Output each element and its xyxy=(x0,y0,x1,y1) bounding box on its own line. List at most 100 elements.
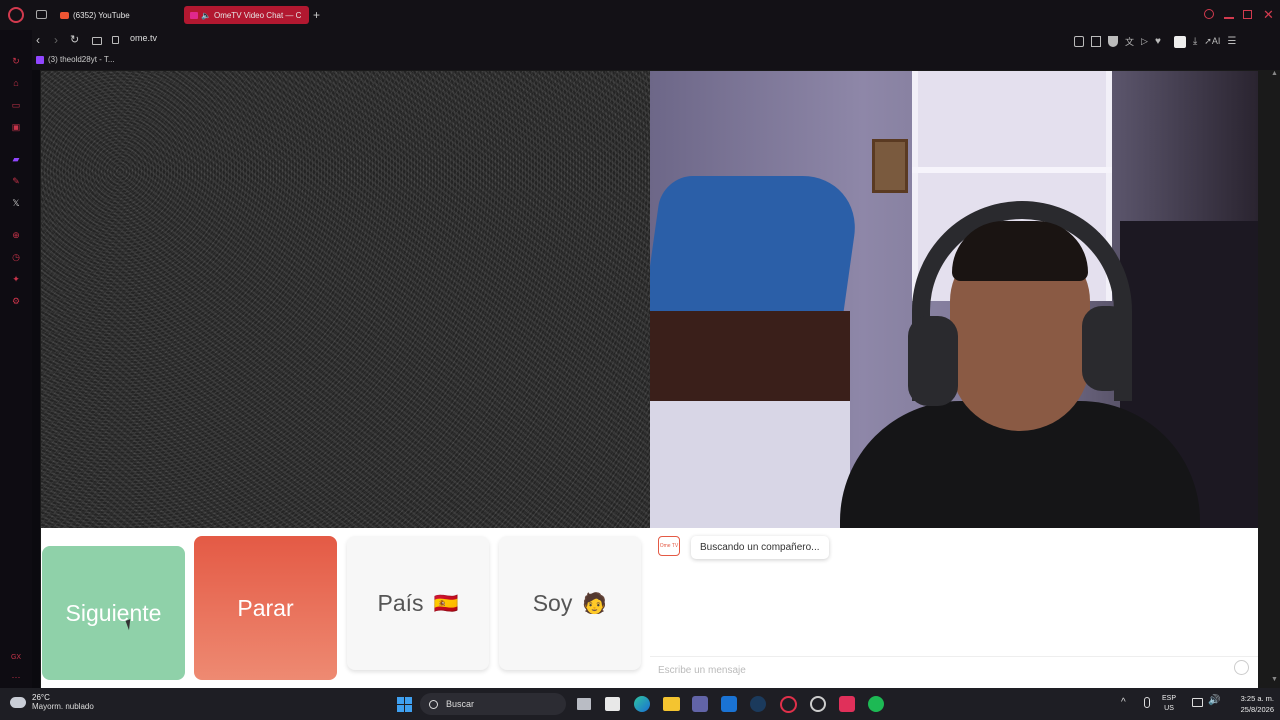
sidebar-m-icon[interactable]: ▣ xyxy=(9,120,23,134)
play-icon[interactable]: ▷ xyxy=(1141,36,1148,47)
shield-icon[interactable] xyxy=(1108,36,1118,47)
bookmark-bar: (3) theold28yt - T... xyxy=(0,52,1280,70)
ometv-logo-text: Ome TV xyxy=(659,542,679,549)
scroll-up-icon[interactable]: ▲ xyxy=(1271,70,1278,77)
close-window-icon[interactable]: ✕ xyxy=(1263,7,1274,23)
youtube-icon xyxy=(60,11,69,19)
sidebar-clock-icon[interactable]: ◷ xyxy=(9,250,23,264)
status-message: Buscando un compañero... xyxy=(700,542,820,553)
browser-sidebar: ↻ ⌂ ▭ ▣ ▰ ✎ 𝕏 ⊕ ◷ ✦ ⚙ GX ··· xyxy=(0,30,32,688)
language-secondary: US xyxy=(1164,705,1174,712)
bookmark-twitch[interactable]: (3) theold28yt - T... xyxy=(36,55,115,64)
taskbar: 26°C Mayorm. nublado Buscar ^ ESP US 🔊 3… xyxy=(0,688,1280,720)
sidebar-x-icon[interactable]: 𝕏 xyxy=(9,196,23,210)
weather-widget[interactable]: 26°C Mayorm. nublado xyxy=(10,693,94,711)
reload-icon[interactable]: ↻ xyxy=(70,33,79,46)
chat-panel: Ome TV Buscando un compañero... Escribe … xyxy=(650,528,1258,688)
easy-setup-icon[interactable]: ☰ xyxy=(1227,36,1236,47)
emoji-picker-icon[interactable] xyxy=(1234,660,1249,675)
sidebar-discord-icon[interactable]: ✎ xyxy=(9,174,23,188)
speaker-icon[interactable]: 🔈 xyxy=(201,11,211,20)
clock[interactable]: 3:25 a. m. 25/8/2026 xyxy=(1222,693,1274,715)
control-panel: Siguiente Parar País 🇪🇸 Soy 🧑 xyxy=(41,528,650,688)
aria-ai-button[interactable]: ➚AI xyxy=(1204,36,1220,47)
shelf-board xyxy=(912,167,1112,173)
translate-icon[interactable]: 文 xyxy=(1125,35,1134,48)
outlook-icon[interactable] xyxy=(721,696,737,712)
url-field[interactable]: ome.tv xyxy=(130,33,157,43)
file-explorer-icon[interactable] xyxy=(663,697,680,711)
language-indicator[interactable]: ESP US xyxy=(1162,694,1176,714)
start-button[interactable] xyxy=(397,697,412,712)
extension-icon[interactable] xyxy=(1173,35,1186,48)
sidebar-add-icon[interactable]: ⊕ xyxy=(9,228,23,242)
teams-icon[interactable] xyxy=(692,696,708,712)
search-icon xyxy=(429,699,438,709)
opera-gx-taskbar-icon[interactable] xyxy=(780,696,797,713)
scroll-down-icon[interactable]: ▼ xyxy=(1271,676,1278,683)
new-tab-button[interactable]: + xyxy=(313,8,320,22)
country-button[interactable]: País 🇪🇸 xyxy=(347,536,489,670)
cloud-icon xyxy=(10,696,26,708)
minimize-icon[interactable] xyxy=(1224,17,1234,19)
tiktok-icon[interactable] xyxy=(839,696,855,712)
tray-chevron-icon[interactable]: ^ xyxy=(1121,697,1126,708)
tab-youtube-label: (6352) YouTube xyxy=(73,10,130,20)
boy-emoji-icon: 🧑 xyxy=(582,592,608,615)
pin-icon[interactable] xyxy=(1074,36,1084,47)
stop-button-label: Parar xyxy=(237,594,294,621)
language-primary: ESP xyxy=(1162,695,1177,702)
taskbar-search[interactable]: Buscar xyxy=(420,693,566,715)
sidebar-extensions-icon[interactable]: ✦ xyxy=(9,272,23,286)
next-button-label: Siguiente xyxy=(65,599,162,626)
clock-date: 25/8/2026 xyxy=(1240,705,1274,714)
microphone-icon[interactable] xyxy=(1144,697,1150,708)
tab-ometv-label: OmeTV Video Chat — C xyxy=(213,10,302,20)
sidebar-shopping-icon[interactable]: ⌂ xyxy=(9,76,23,90)
sidebar-messages-icon[interactable]: ▭ xyxy=(9,98,23,112)
tab-youtube[interactable]: (6352) YouTube xyxy=(54,6,178,24)
country-button-label: País xyxy=(377,589,424,616)
page-scrollbar[interactable]: ▲ ▼ xyxy=(1270,70,1280,688)
status-message-bubble: Buscando un compañero... xyxy=(691,536,829,559)
download-icon[interactable]: ⤓ xyxy=(1193,36,1197,47)
tab-ometv[interactable]: 🔈 OmeTV Video Chat — C xyxy=(184,6,309,24)
sidebar-more-icon[interactable]: ··· xyxy=(9,670,23,684)
address-bar: ‹ › ↻ ome.tv 文 ▷ ♥ ⤓ ➚AI ☰ xyxy=(0,30,1280,52)
back-icon[interactable]: ‹ xyxy=(36,33,40,47)
next-button[interactable]: Siguiente xyxy=(42,546,185,680)
browser-tab-bar: (6352) YouTube 🔈 OmeTV Video Chat — C + … xyxy=(0,0,1280,30)
opera-logo-icon[interactable] xyxy=(8,7,24,23)
bed-sheets xyxy=(650,401,850,528)
forward-icon[interactable]: › xyxy=(54,33,58,47)
headphone-right-cup xyxy=(1082,306,1130,391)
edge-icon[interactable] xyxy=(634,696,650,712)
spain-flag-icon: 🇪🇸 xyxy=(433,592,459,615)
tab-islands-icon[interactable] xyxy=(36,10,47,19)
whatsapp-icon[interactable] xyxy=(810,696,826,712)
steam-icon[interactable] xyxy=(750,696,766,712)
sidebar-settings-icon[interactable]: ⚙ xyxy=(9,294,23,308)
weather-text: Mayorm. nublado xyxy=(32,702,94,711)
stranger-video xyxy=(41,71,650,528)
sidebar-gx-icon[interactable]: GX xyxy=(9,650,23,664)
store-icon[interactable] xyxy=(605,697,620,711)
sidebar-history-icon[interactable]: ↻ xyxy=(9,54,23,68)
message-input-placeholder: Escribe un mensaje xyxy=(658,665,746,676)
task-view-icon[interactable] xyxy=(577,698,591,710)
stop-button[interactable]: Parar xyxy=(194,536,337,680)
gender-button[interactable]: Soy 🧑 xyxy=(499,536,641,670)
lock-icon[interactable] xyxy=(112,36,119,44)
camera-permission-icon[interactable] xyxy=(92,37,102,45)
sidebar-twitch-icon[interactable]: ▰ xyxy=(9,152,23,166)
maximize-icon[interactable] xyxy=(1243,10,1252,19)
network-icon[interactable] xyxy=(1192,698,1203,707)
snapshot-icon[interactable] xyxy=(1091,36,1101,47)
message-input[interactable]: Escribe un mensaje xyxy=(650,656,1258,682)
spotify-icon[interactable] xyxy=(868,696,884,712)
volume-icon[interactable]: 🔊 xyxy=(1208,695,1220,706)
twitch-icon xyxy=(36,55,44,64)
heart-icon[interactable]: ♥ xyxy=(1155,36,1161,47)
bed-headboard xyxy=(650,311,850,401)
search-tabs-icon[interactable] xyxy=(1204,9,1214,19)
